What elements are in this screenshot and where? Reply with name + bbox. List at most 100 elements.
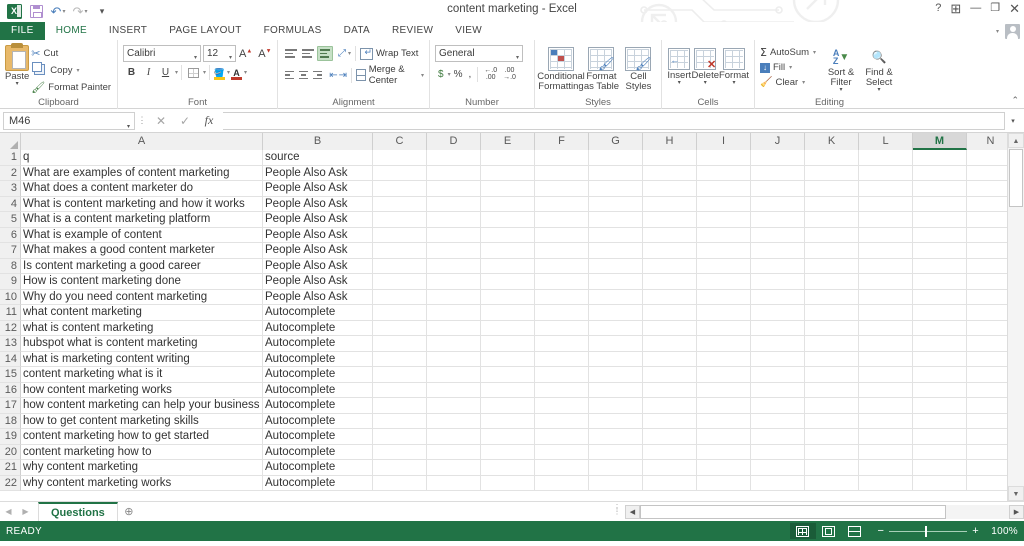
cell-G22[interactable]: [589, 475, 643, 491]
column-header-e[interactable]: E: [481, 133, 535, 150]
cell-F5[interactable]: [535, 212, 589, 228]
cell-L16[interactable]: [859, 382, 913, 398]
conditional-formatting-button[interactable]: Conditional Formatting: [537, 45, 585, 92]
insert-cells-button[interactable]: ← Insert ▾: [667, 46, 692, 86]
cell-F21[interactable]: [535, 460, 589, 476]
cell-F9[interactable]: [535, 274, 589, 290]
cell-I21[interactable]: [697, 460, 751, 476]
cell-A16[interactable]: how content marketing works: [21, 382, 263, 398]
cell-B6[interactable]: People Also Ask: [263, 227, 373, 243]
cell-M4[interactable]: [913, 196, 967, 212]
orientation-button[interactable]: ⤢: [338, 48, 346, 59]
cell-B3[interactable]: People Also Ask: [263, 181, 373, 197]
scroll-left-button[interactable]: ◀: [625, 504, 640, 519]
cell-J10[interactable]: [751, 289, 805, 305]
column-header-a[interactable]: A: [21, 133, 263, 150]
cell-K13[interactable]: [805, 336, 859, 352]
row-header-9[interactable]: 9: [0, 274, 21, 290]
cell-B20[interactable]: Autocomplete: [263, 444, 373, 460]
cell-H14[interactable]: [643, 351, 697, 367]
align-right-button[interactable]: [311, 68, 324, 83]
cell-M21[interactable]: [913, 460, 967, 476]
cell-J9[interactable]: [751, 274, 805, 290]
cell-G3[interactable]: [589, 181, 643, 197]
cell-C12[interactable]: [373, 320, 427, 336]
cell-E22[interactable]: [481, 475, 535, 491]
cell-D6[interactable]: [427, 227, 481, 243]
cell-B8[interactable]: People Also Ask: [263, 258, 373, 274]
cell-E21[interactable]: [481, 460, 535, 476]
number-format-select[interactable]: General ▾: [435, 45, 523, 62]
cell-J11[interactable]: [751, 305, 805, 321]
cell-E2[interactable]: [481, 165, 535, 181]
cell-A1[interactable]: q: [21, 150, 263, 166]
cell-styles-button[interactable]: 🖌 Cell Styles: [621, 45, 656, 92]
column-header-f[interactable]: F: [535, 133, 589, 150]
middle-align-button[interactable]: [300, 46, 316, 61]
center-button[interactable]: [297, 68, 310, 83]
cell-L17[interactable]: [859, 398, 913, 414]
minimize-button[interactable]: —: [970, 3, 981, 14]
align-left-button[interactable]: [283, 68, 296, 83]
cell-L6[interactable]: [859, 227, 913, 243]
row-header-6[interactable]: 6: [0, 227, 21, 243]
cell-A6[interactable]: What is example of content: [21, 227, 263, 243]
decrease-decimal-button[interactable]: .00 →.0: [500, 67, 519, 81]
row-header-15[interactable]: 15: [0, 367, 21, 383]
ribbon-display-options-icon[interactable]: ⊞: [950, 2, 961, 15]
cell-D19[interactable]: [427, 429, 481, 445]
cell-F19[interactable]: [535, 429, 589, 445]
row-header-10[interactable]: 10: [0, 289, 21, 305]
column-header-l[interactable]: L: [859, 133, 913, 150]
cell-H11[interactable]: [643, 305, 697, 321]
cell-K8[interactable]: [805, 258, 859, 274]
cell-J8[interactable]: [751, 258, 805, 274]
cell-M3[interactable]: [913, 181, 967, 197]
cell-E10[interactable]: [481, 289, 535, 305]
cell-C17[interactable]: [373, 398, 427, 414]
cell-L1[interactable]: [859, 150, 913, 166]
format-painter-button[interactable]: 🖌 Format Painter: [29, 79, 113, 96]
cell-E17[interactable]: [481, 398, 535, 414]
cell-C19[interactable]: [373, 429, 427, 445]
cell-G2[interactable]: [589, 165, 643, 181]
format-cells-button[interactable]: Format ▾: [719, 46, 749, 86]
cell-L21[interactable]: [859, 460, 913, 476]
cell-E18[interactable]: [481, 413, 535, 429]
cell-M14[interactable]: [913, 351, 967, 367]
tab-review[interactable]: REVIEW: [381, 22, 444, 40]
cell-H10[interactable]: [643, 289, 697, 305]
cell-D18[interactable]: [427, 413, 481, 429]
cell-A15[interactable]: content marketing what is it: [21, 367, 263, 383]
cell-B7[interactable]: People Also Ask: [263, 243, 373, 259]
close-button[interactable]: ✕: [1009, 2, 1020, 15]
cell-K11[interactable]: [805, 305, 859, 321]
cell-C9[interactable]: [373, 274, 427, 290]
cell-J1[interactable]: [751, 150, 805, 166]
cell-E7[interactable]: [481, 243, 535, 259]
cell-G5[interactable]: [589, 212, 643, 228]
cell-J17[interactable]: [751, 398, 805, 414]
cell-H7[interactable]: [643, 243, 697, 259]
cell-B10[interactable]: People Also Ask: [263, 289, 373, 305]
cell-L22[interactable]: [859, 475, 913, 491]
cell-J16[interactable]: [751, 382, 805, 398]
cell-A18[interactable]: how to get content marketing skills: [21, 413, 263, 429]
expand-formula-bar-button[interactable]: ▾: [1005, 117, 1021, 125]
cell-C16[interactable]: [373, 382, 427, 398]
column-header-g[interactable]: G: [589, 133, 643, 150]
cell-D13[interactable]: [427, 336, 481, 352]
sheet-tab-questions[interactable]: Questions: [38, 502, 118, 521]
cell-H9[interactable]: [643, 274, 697, 290]
cell-C15[interactable]: [373, 367, 427, 383]
cell-C6[interactable]: [373, 227, 427, 243]
cell-C21[interactable]: [373, 460, 427, 476]
cell-L18[interactable]: [859, 413, 913, 429]
row-header-1[interactable]: 1: [0, 150, 21, 166]
cell-D11[interactable]: [427, 305, 481, 321]
vertical-scrollbar[interactable]: ▲ ▼: [1007, 133, 1024, 501]
cell-J18[interactable]: [751, 413, 805, 429]
cell-B12[interactable]: Autocomplete: [263, 320, 373, 336]
cell-G17[interactable]: [589, 398, 643, 414]
column-header-d[interactable]: D: [427, 133, 481, 150]
